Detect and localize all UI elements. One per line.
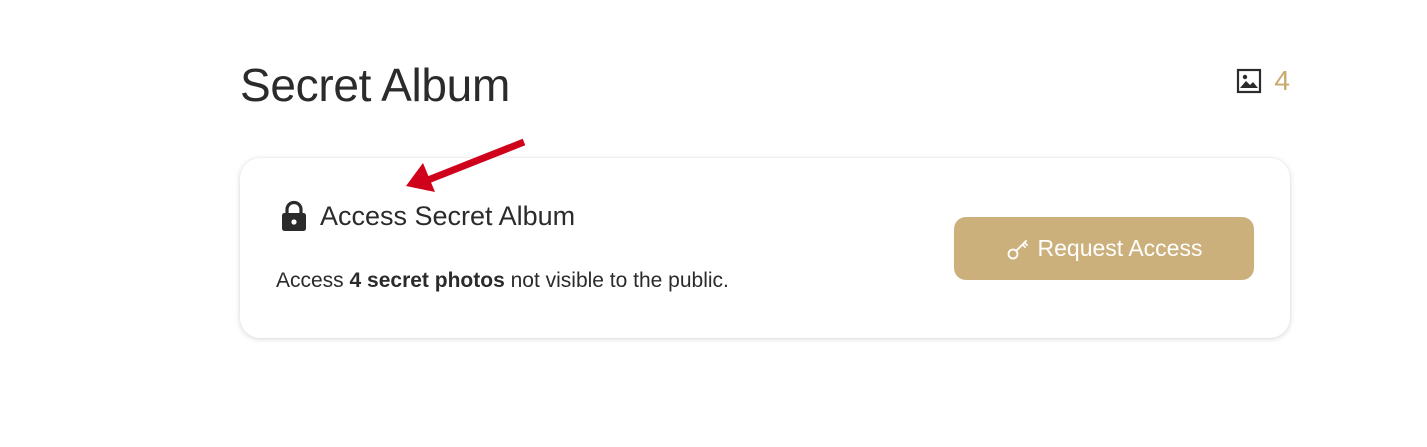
card-title: Access Secret Album <box>320 201 576 231</box>
desc-prefix: Access <box>276 269 350 292</box>
desc-count: 4 secret photos <box>349 269 505 292</box>
lock-icon <box>282 200 306 231</box>
key-icon <box>1007 239 1028 259</box>
page-title: Secret Album <box>240 59 510 111</box>
photo-count: 4 <box>1236 66 1290 96</box>
arrow-icon <box>406 138 526 192</box>
card-heading: Access Secret Album <box>280 200 575 232</box>
access-card: Access Secret Album Access 4 secret phot… <box>240 158 1290 338</box>
request-access-button[interactable]: Request Access <box>954 217 1254 280</box>
card-description: Access 4 secret photos not visible to th… <box>276 268 729 294</box>
image-icon <box>1237 68 1262 94</box>
photo-count-value: 4 <box>1274 65 1290 96</box>
request-access-label: Request Access <box>1037 235 1203 261</box>
page: Secret Album 4 Access Secret Album Acces… <box>0 0 1427 447</box>
desc-suffix: not visible to the public. <box>504 269 729 292</box>
